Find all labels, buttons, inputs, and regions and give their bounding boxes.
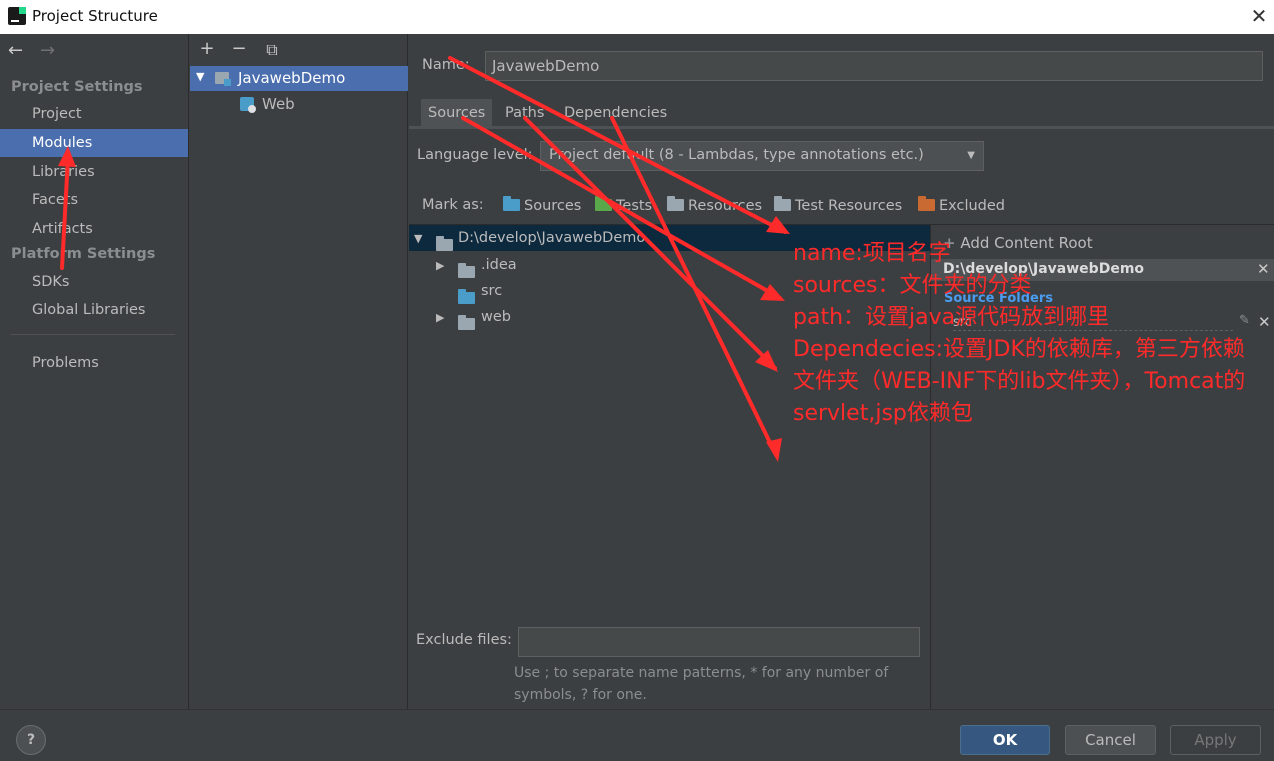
annotation-name: name:项目名字: [793, 241, 951, 266]
name-label: Name:: [422, 57, 470, 73]
tests-folder-icon: [595, 196, 612, 211]
folder-name: .idea: [481, 257, 517, 273]
tab-sources[interactable]: Sources: [421, 99, 493, 127]
folder-icon: [458, 312, 479, 338]
sources-folder-icon: [503, 196, 520, 211]
expand-triangle-icon[interactable]: ▼: [196, 70, 204, 83]
annotation-text: name:项目名字 sources：文件夹的分类 path：设置java源代码放…: [793, 238, 1263, 430]
intellij-app-icon: [8, 7, 26, 25]
exclude-files-hint: Use ; to separate name patterns, * for a…: [514, 665, 889, 703]
annotation-path: path：设置java源代码放到哪里: [793, 305, 1110, 330]
language-level-label: Language level:: [417, 147, 533, 163]
facet-name: Web: [262, 95, 295, 113]
web-facet-icon: [240, 97, 256, 113]
help-icon[interactable]: ?: [16, 725, 46, 755]
mark-tests-button[interactable]: Tests: [595, 196, 652, 214]
mark-excluded-button[interactable]: Excluded: [918, 196, 1005, 214]
title-bar: Project Structure ✕: [0, 0, 1274, 34]
remove-icon[interactable]: −: [228, 38, 250, 59]
sidebar-item-global-libraries[interactable]: Global Libraries: [0, 296, 188, 324]
language-level-value: Project default (8 - Lambdas, type annot…: [549, 147, 924, 163]
collapse-triangle-icon[interactable]: ▼: [414, 225, 428, 252]
forward-arrow-icon[interactable]: →: [40, 40, 55, 61]
folder-name: src: [481, 283, 503, 299]
tab-paths[interactable]: Paths: [498, 99, 551, 127]
window-title: Project Structure: [32, 7, 158, 25]
test-resources-folder-icon: [774, 196, 791, 211]
language-level-select[interactable]: Project default (8 - Lambdas, type annot…: [540, 141, 984, 171]
project-settings-heading: Project Settings: [11, 79, 143, 95]
folder-name: web: [481, 309, 511, 325]
module-tree-pane: + − ⧉ ▼ JavawebDemo Web: [190, 34, 408, 709]
expand-triangle-icon[interactable]: ▶: [436, 252, 450, 279]
sidebar-item-facets[interactable]: Facets: [0, 186, 188, 214]
annotation-dependencies: Dependecies:设置JDK的依赖库，第三方依赖文件夹（WEB-INF下的…: [793, 337, 1246, 426]
module-row-javawebdemo[interactable]: ▼ JavawebDemo: [190, 66, 408, 91]
ok-button[interactable]: OK: [960, 725, 1050, 755]
add-icon[interactable]: +: [196, 38, 218, 59]
dialog-footer: ? OK Cancel Apply: [0, 709, 1274, 761]
chevron-down-icon: ▼: [967, 150, 975, 161]
exclude-files-input[interactable]: [518, 627, 920, 657]
module-name: JavawebDemo: [238, 69, 346, 87]
mark-resources-button[interactable]: Resources: [667, 196, 762, 214]
tab-dependencies[interactable]: Dependencies: [557, 99, 674, 127]
tab-strip-underline: [409, 126, 1274, 129]
settings-sidebar: ← → Project Settings Project Modules Lib…: [0, 34, 189, 709]
annotation-sources: sources：文件夹的分类: [793, 273, 1032, 298]
mark-as-label: Mark as:: [422, 197, 484, 213]
sidebar-item-sdks[interactable]: SDKs: [0, 268, 188, 296]
sidebar-item-modules[interactable]: Modules: [0, 129, 188, 157]
module-icon: [215, 72, 231, 86]
resources-folder-icon: [667, 196, 684, 211]
module-name-input[interactable]: JavawebDemo: [485, 51, 1263, 81]
sidebar-item-artifacts[interactable]: Artifacts: [0, 215, 188, 243]
expand-triangle-icon[interactable]: ▶: [436, 304, 450, 331]
excluded-folder-icon: [918, 196, 935, 211]
sidebar-item-problems[interactable]: Problems: [0, 349, 188, 377]
mark-sources-button[interactable]: Sources: [503, 196, 581, 214]
sidebar-item-project[interactable]: Project: [0, 100, 188, 128]
mark-test-resources-button[interactable]: Test Resources: [774, 196, 902, 214]
sidebar-item-libraries[interactable]: Libraries: [0, 158, 188, 186]
close-icon[interactable]: ✕: [1248, 4, 1270, 28]
exclude-files-label: Exclude files:: [416, 632, 512, 648]
platform-settings-heading: Platform Settings: [11, 246, 156, 262]
cancel-button[interactable]: Cancel: [1065, 725, 1156, 755]
facet-row-web[interactable]: Web: [190, 92, 408, 116]
copy-icon[interactable]: ⧉: [261, 40, 283, 60]
root-path: D:\develop\JavawebDemo: [458, 230, 646, 246]
sidebar-divider: [10, 334, 175, 335]
back-arrow-icon[interactable]: ←: [8, 40, 23, 61]
apply-button[interactable]: Apply: [1170, 725, 1261, 755]
